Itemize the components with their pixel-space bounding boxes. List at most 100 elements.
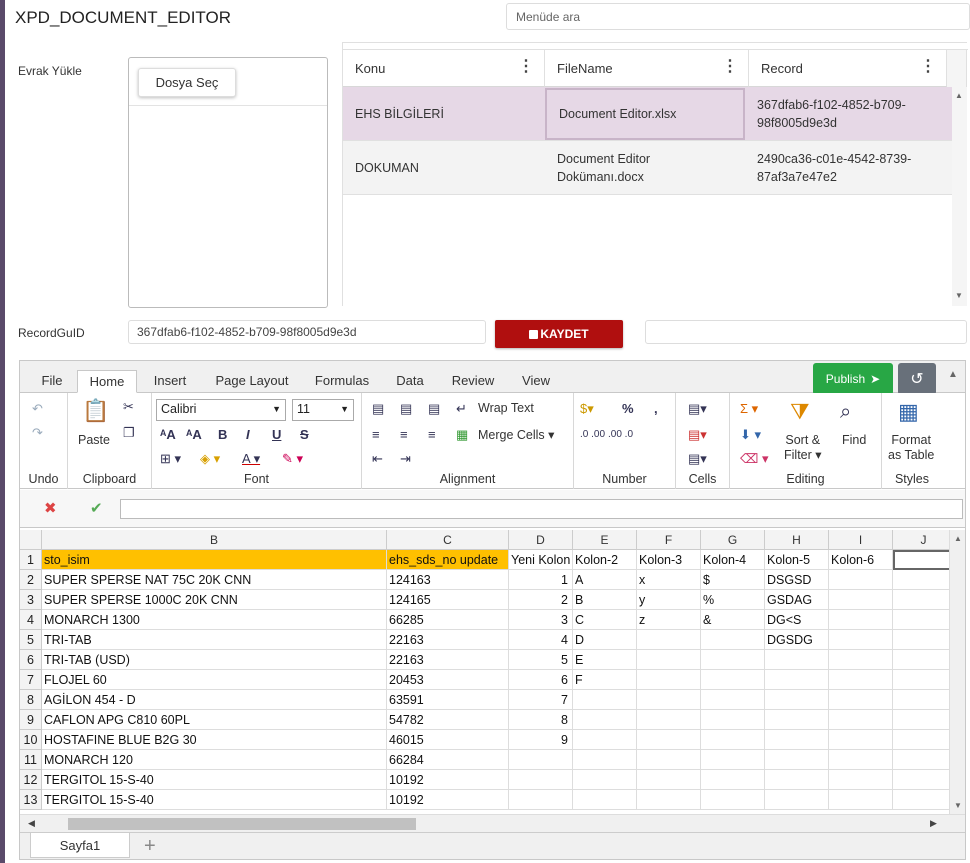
cell[interactable]: 20453 xyxy=(387,670,509,690)
row-header[interactable]: 1 xyxy=(20,550,42,570)
find-icon[interactable]: ⌕ xyxy=(840,399,851,425)
cell[interactable]: 22163 xyxy=(387,630,509,650)
column-header[interactable]: H xyxy=(765,530,829,550)
record-guid-field[interactable] xyxy=(128,320,486,344)
cell[interactable]: 8 xyxy=(509,710,573,730)
cell[interactable]: HOSTAFINE BLUE B2G 30 xyxy=(42,730,387,750)
column-menu-icon[interactable]: ⋮ xyxy=(518,58,534,76)
undo-icon[interactable]: ↶ xyxy=(32,401,43,417)
cell[interactable]: D xyxy=(573,630,637,650)
cell[interactable] xyxy=(829,630,893,650)
save-button[interactable]: KAYDET xyxy=(495,320,623,348)
cell[interactable]: 3 xyxy=(509,610,573,630)
cell[interactable]: CAFLON APG C810 60PL xyxy=(42,710,387,730)
cell[interactable]: A xyxy=(573,570,637,590)
insert-cells-icon[interactable]: ▤▾ xyxy=(688,401,707,417)
format-table-icon[interactable]: ▦ xyxy=(898,399,919,425)
cell[interactable] xyxy=(701,630,765,650)
grid-header-record[interactable]: Record ⋮ xyxy=(749,50,947,87)
cell[interactable] xyxy=(893,750,955,770)
cell[interactable]: 124163 xyxy=(387,570,509,590)
grid-row-selected[interactable]: EHS BİLGİLERİ Document Editor.xlsx 367df… xyxy=(343,87,952,141)
underline-icon[interactable]: U xyxy=(272,427,281,443)
cell[interactable] xyxy=(701,730,765,750)
paste-icon[interactable]: 📋 xyxy=(82,397,109,425)
cell[interactable] xyxy=(701,690,765,710)
sheet-horizontal-scrollbar[interactable]: ◀ ▶ xyxy=(20,814,965,832)
italic-icon[interactable]: I xyxy=(246,427,250,443)
cell[interactable] xyxy=(701,650,765,670)
cell[interactable]: 66284 xyxy=(387,750,509,770)
cell[interactable] xyxy=(701,790,765,810)
scroll-down-icon[interactable]: ▼ xyxy=(955,291,963,300)
tab-data[interactable]: Data xyxy=(390,370,430,393)
choose-file-button[interactable]: Dosya Seç xyxy=(138,68,236,97)
scroll-thumb[interactable] xyxy=(68,818,416,830)
format-as-table-button[interactable]: Format as Table xyxy=(888,433,934,463)
row-header[interactable]: 5 xyxy=(20,630,42,650)
cell[interactable] xyxy=(573,730,637,750)
cell[interactable]: E xyxy=(573,650,637,670)
increase-indent-icon[interactable]: ⇥ xyxy=(400,451,411,467)
row-header[interactable]: 13 xyxy=(20,790,42,810)
strikethrough-icon[interactable]: S xyxy=(300,427,309,443)
cell[interactable] xyxy=(573,750,637,770)
cell[interactable]: & xyxy=(701,610,765,630)
cell[interactable]: 10192 xyxy=(387,770,509,790)
tab-formulas[interactable]: Formulas xyxy=(310,370,374,393)
cell[interactable] xyxy=(893,790,955,810)
font-color-icon[interactable]: A ▾ xyxy=(242,451,260,467)
currency-icon[interactable]: $▾ xyxy=(580,401,594,417)
scroll-left-icon[interactable]: ◀ xyxy=(28,818,35,829)
decrease-font-icon[interactable]: ᴬA xyxy=(186,427,202,443)
redo-icon[interactable]: ↷ xyxy=(32,425,43,441)
cell[interactable]: x xyxy=(637,570,701,590)
cell[interactable]: y xyxy=(637,590,701,610)
column-header[interactable]: C xyxy=(387,530,509,550)
tab-file[interactable]: File xyxy=(34,370,70,393)
cell[interactable]: MONARCH 120 xyxy=(42,750,387,770)
cell[interactable]: z xyxy=(637,610,701,630)
increase-font-icon[interactable]: ᴬA xyxy=(160,427,176,443)
column-header[interactable]: B xyxy=(42,530,387,550)
merge-cells-icon[interactable]: ▦ xyxy=(456,427,468,443)
fill-color-icon[interactable]: ◈ ▾ xyxy=(200,451,220,467)
cell[interactable]: Kolon-5 xyxy=(765,550,829,570)
paste-button[interactable]: Paste xyxy=(78,433,110,447)
empty-input[interactable] xyxy=(645,320,967,344)
cell[interactable] xyxy=(765,710,829,730)
cell[interactable] xyxy=(509,790,573,810)
column-header[interactable]: G xyxy=(701,530,765,550)
wrap-text-button[interactable]: Wrap Text xyxy=(478,401,534,415)
align-middle-icon[interactable]: ▤ xyxy=(400,401,412,417)
align-left-icon[interactable]: ≡ xyxy=(372,427,380,443)
cell[interactable] xyxy=(637,790,701,810)
reset-button[interactable]: ↺ xyxy=(898,363,936,395)
sort-filter-icon[interactable]: ⧩ xyxy=(790,399,810,425)
cell[interactable]: 7 xyxy=(509,690,573,710)
cell[interactable]: B xyxy=(573,590,637,610)
autosum-icon[interactable]: Σ ▾ xyxy=(740,401,758,417)
row-header[interactable]: 4 xyxy=(20,610,42,630)
cell[interactable]: 46015 xyxy=(387,730,509,750)
cell[interactable] xyxy=(893,550,955,570)
cell[interactable] xyxy=(573,690,637,710)
cell[interactable] xyxy=(573,710,637,730)
tab-home[interactable]: Home xyxy=(77,370,137,393)
cell[interactable]: FLOJEL 60 xyxy=(42,670,387,690)
align-right-icon[interactable]: ≡ xyxy=(428,427,436,443)
bold-icon[interactable]: B xyxy=(218,427,227,443)
clear-format-icon[interactable]: ✎ ▾ xyxy=(282,451,303,467)
cell[interactable]: 2 xyxy=(509,590,573,610)
cell[interactable] xyxy=(573,790,637,810)
cell[interactable]: 6 xyxy=(509,670,573,690)
cell[interactable] xyxy=(893,710,955,730)
column-menu-icon[interactable]: ⋮ xyxy=(722,58,738,76)
cell[interactable] xyxy=(829,610,893,630)
align-top-icon[interactable]: ▤ xyxy=(372,401,384,417)
cell[interactable] xyxy=(765,730,829,750)
cell[interactable] xyxy=(829,730,893,750)
cell[interactable] xyxy=(829,750,893,770)
cell[interactable] xyxy=(893,670,955,690)
cell[interactable] xyxy=(893,630,955,650)
